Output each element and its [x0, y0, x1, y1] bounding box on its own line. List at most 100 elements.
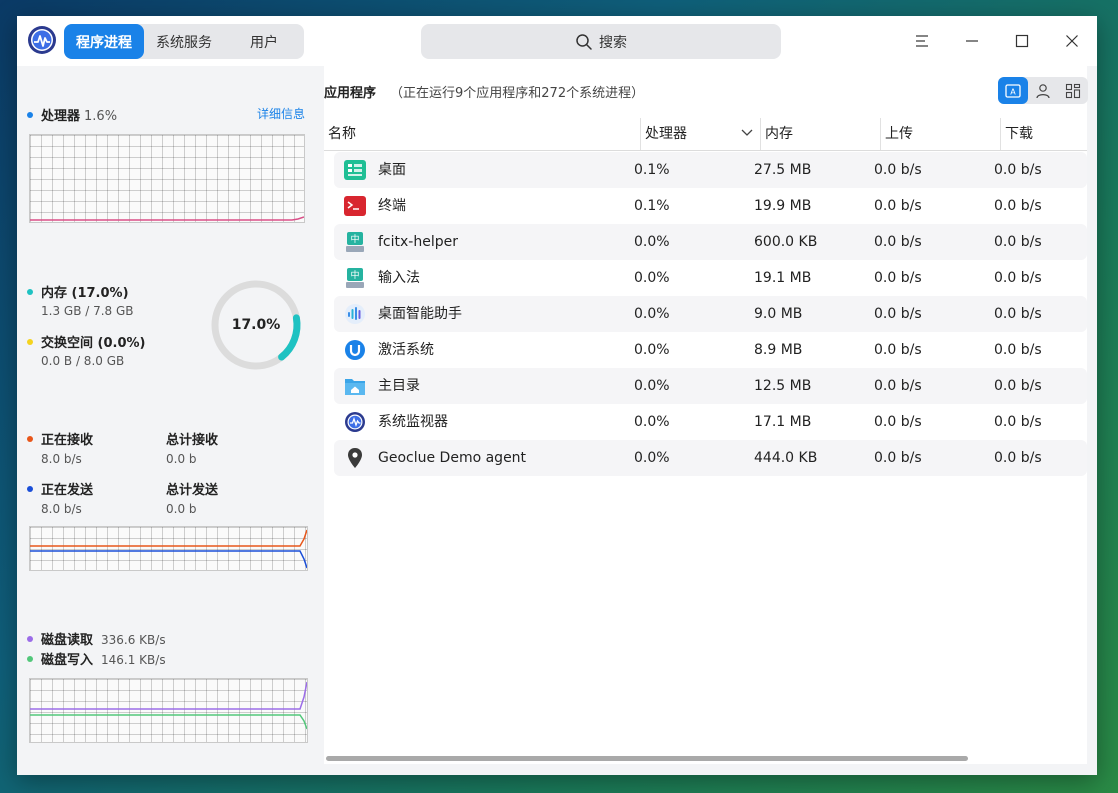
minimize-button[interactable]	[957, 26, 987, 56]
view-my-processes-button[interactable]	[1028, 77, 1058, 104]
process-cpu: 0.1%	[634, 198, 670, 214]
net-receiving: 正在接收 8.0 b/s	[27, 429, 93, 466]
activation-icon	[345, 340, 365, 360]
system-monitor-icon	[345, 412, 365, 432]
assistant-icon	[345, 304, 365, 324]
disk-graph	[29, 678, 308, 743]
table-row[interactable]: 中 fcitx-helper 0.0% 600.0 KB 0.0 b/s 0.0…	[334, 224, 1087, 260]
disk-write-summary: 磁盘写入 146.1 KB/s	[27, 649, 166, 669]
memory-ring-label: 17.0%	[231, 317, 281, 333]
network-graph	[29, 526, 308, 571]
list-title: 应用程序	[324, 86, 377, 101]
cpu-legend-dot	[27, 111, 33, 118]
cpu-usage-graph	[29, 134, 305, 223]
memory-usage: 1.3 GB / 7.8 GB	[41, 304, 134, 318]
input-method-icon: 中	[346, 268, 364, 288]
disk-write-line	[30, 714, 307, 730]
process-memory: 12.5 MB	[754, 378, 812, 394]
process-cpu: 0.0%	[634, 342, 670, 358]
column-memory[interactable]: 内存	[760, 118, 880, 150]
user-icon	[1036, 83, 1050, 98]
location-pin-icon	[348, 448, 362, 468]
process-cpu: 0.0%	[634, 270, 670, 286]
tab-users[interactable]: 用户	[224, 24, 304, 59]
process-name: Geoclue Demo agent	[378, 450, 527, 466]
process-memory: 9.0 MB	[754, 306, 803, 322]
process-view-toggle: A	[998, 77, 1088, 104]
process-upload: 0.0 b/s	[874, 450, 922, 466]
recv-total-label: 总计接收	[166, 433, 219, 448]
table-row[interactable]: 中 输入法 0.0% 19.1 MB 0.0 b/s 0.0 b/s	[334, 260, 1087, 296]
send-legend-dot	[27, 485, 33, 492]
table-row[interactable]: 桌面 0.1% 27.5 MB 0.0 b/s 0.0 b/s	[334, 152, 1087, 188]
table-row[interactable]: 主目录 0.0% 12.5 MB 0.0 b/s 0.0 b/s	[334, 368, 1087, 404]
disk-read-line	[30, 681, 307, 710]
process-cpu: 0.1%	[634, 162, 670, 178]
process-download: 0.0 b/s	[994, 234, 1042, 250]
cpu-summary: 处理器 1.6% 详细信息	[27, 105, 307, 124]
disk-write-value: 146.1 KB/s	[101, 653, 166, 667]
svg-text:中: 中	[350, 269, 359, 281]
cpu-label: 处理器	[41, 109, 81, 124]
horizontal-scrollbar[interactable]	[326, 756, 968, 761]
process-name: 主目录	[378, 378, 420, 394]
desktop-icon	[344, 160, 366, 180]
tab-services[interactable]: 系统服务	[144, 24, 224, 59]
tab-processes[interactable]: 程序进程	[64, 24, 144, 59]
disk-read-summary: 磁盘读取 336.6 KB/s	[27, 629, 166, 649]
send-total-value: 0.0 b	[166, 502, 197, 516]
main-menu-button[interactable]	[907, 26, 937, 56]
title-bar: 程序进程 系统服务 用户 搜索	[17, 16, 1097, 66]
process-memory: 27.5 MB	[754, 162, 812, 178]
swap-summary: 交换空间 (0.0%) 0.0 B / 8.0 GB	[27, 332, 145, 372]
net-sending: 正在发送 8.0 b/s	[27, 479, 93, 516]
disk-read-legend-dot	[27, 635, 33, 642]
maximize-button[interactable]	[1007, 26, 1037, 56]
hamburger-menu-icon	[916, 35, 928, 47]
search-box[interactable]: 搜索	[421, 24, 781, 59]
process-upload: 0.0 b/s	[874, 198, 922, 214]
process-memory: 8.9 MB	[754, 342, 803, 358]
process-memory: 19.1 MB	[754, 270, 812, 286]
system-monitor-logo-icon	[27, 25, 57, 55]
cpu-detail-link[interactable]: 详细信息	[257, 105, 305, 122]
memory-summary: 内存 (17.0%) 1.3 GB / 7.8 GB	[27, 282, 134, 322]
column-download[interactable]: 下载	[1000, 118, 1092, 150]
cpu-value: 1.6%	[84, 109, 118, 124]
search-label: 搜索	[599, 34, 627, 51]
close-button[interactable]	[1057, 26, 1087, 56]
search-icon	[576, 33, 592, 50]
svg-text:中: 中	[350, 233, 359, 245]
column-upload[interactable]: 上传	[880, 118, 1000, 150]
column-name[interactable]: 名称	[328, 118, 620, 150]
send-label: 正在发送	[41, 483, 94, 498]
process-name: 桌面	[378, 162, 406, 178]
column-cpu-label: 处理器	[645, 126, 687, 142]
send-value: 8.0 b/s	[41, 502, 82, 516]
swap-legend-dot	[27, 338, 33, 345]
minimize-icon	[966, 40, 978, 42]
disk-read-label: 磁盘读取	[41, 633, 94, 648]
table-row[interactable]: 终端 0.1% 19.9 MB 0.0 b/s 0.0 b/s	[334, 188, 1087, 224]
recv-label: 正在接收	[41, 433, 94, 448]
table-row[interactable]: 激活系统 0.0% 8.9 MB 0.0 b/s 0.0 b/s	[334, 332, 1087, 368]
process-download: 0.0 b/s	[994, 450, 1042, 466]
process-memory: 17.1 MB	[754, 414, 812, 430]
process-list-panel: 应用程序 （正在运行9个应用程序和272个系统进程） A 名称 处理器 内存 上…	[324, 66, 1088, 764]
table-row[interactable]: 系统监视器 0.0% 17.1 MB 0.0 b/s 0.0 b/s	[334, 404, 1087, 440]
net-recv-line	[30, 529, 307, 547]
process-summary: （正在运行9个应用程序和272个系统进程）	[390, 86, 645, 101]
net-send-line	[30, 550, 307, 569]
process-cpu: 0.0%	[634, 378, 670, 394]
view-applications-button[interactable]: A	[998, 77, 1028, 104]
swap-usage: 0.0 B / 8.0 GB	[41, 354, 125, 368]
column-cpu[interactable]: 处理器	[640, 118, 760, 150]
process-download: 0.0 b/s	[994, 378, 1042, 394]
process-upload: 0.0 b/s	[874, 162, 922, 178]
home-folder-icon	[345, 379, 365, 395]
table-row[interactable]: 桌面智能助手 0.0% 9.0 MB 0.0 b/s 0.0 b/s	[334, 296, 1087, 332]
process-download: 0.0 b/s	[994, 270, 1042, 286]
net-total-sent: 总计发送 0.0 b	[166, 479, 218, 516]
view-all-processes-button[interactable]	[1058, 77, 1088, 104]
table-row[interactable]: Geoclue Demo agent 0.0% 444.0 KB 0.0 b/s…	[334, 440, 1087, 476]
